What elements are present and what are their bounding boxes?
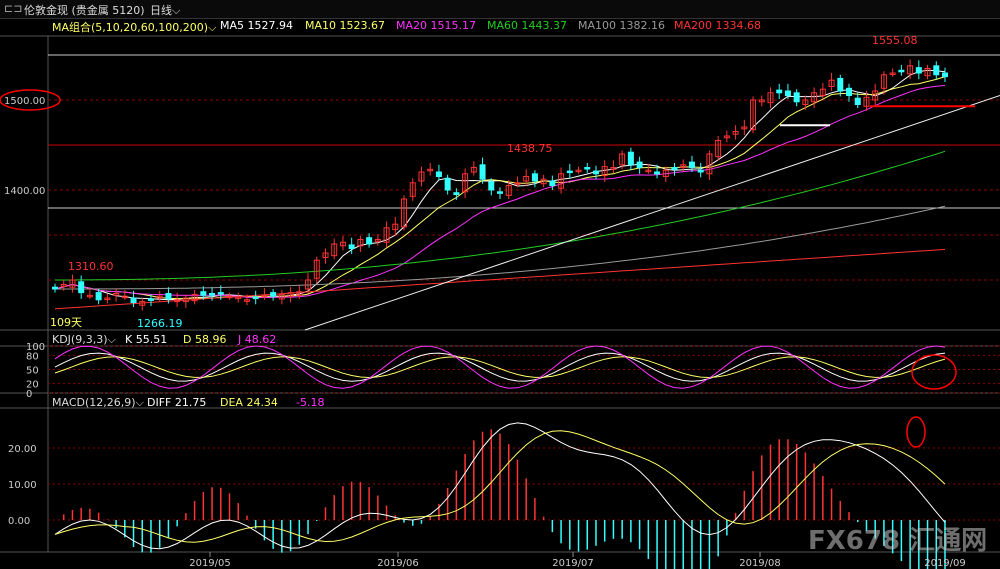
candle-body (688, 161, 695, 169)
candle-body (942, 72, 948, 78)
candle-body (366, 237, 373, 245)
candle-body (933, 65, 940, 76)
candle-body (784, 90, 791, 96)
candle-body (479, 164, 486, 180)
candle-body (130, 297, 137, 303)
kdj-tick-label: 0 (26, 389, 32, 400)
candle-body (217, 292, 224, 295)
candle-body (497, 191, 503, 194)
candle-body (165, 293, 172, 300)
candle-body (435, 171, 442, 177)
candle-body (776, 89, 783, 94)
candle-body (270, 292, 277, 297)
candle-body (531, 173, 538, 182)
watermark-logo: FX678 汇通网 (808, 526, 988, 556)
candle-body (348, 244, 355, 249)
macd-highlight-circle (906, 416, 926, 448)
candle-body (252, 296, 259, 300)
candle-body (837, 77, 844, 92)
x-axis-label: 2019/08 (739, 558, 781, 569)
candle-body (854, 97, 861, 105)
candle-body (584, 167, 591, 170)
kdj-tick-label: 80 (26, 351, 39, 362)
price-tick-label: 1400.00 (4, 186, 45, 197)
candle-body (915, 67, 922, 74)
x-axis-label: 2019/09 (924, 558, 966, 569)
candle-body (52, 286, 58, 290)
kdj-d-line (54, 356, 946, 379)
candle-body (671, 167, 678, 170)
candle-body (444, 177, 451, 191)
high-label: 1555.08 (872, 34, 918, 47)
ma100-line (55, 205, 946, 290)
candle-body (549, 180, 556, 186)
price-tick-label: 1500.00 (4, 96, 45, 107)
candle-body (697, 169, 704, 173)
early-high-label: 1310.60 (68, 260, 114, 273)
x-axis-label: 2019/06 (377, 558, 419, 569)
macd-tick-label: 10.00 (8, 480, 37, 491)
x-axis-label: 2019/07 (552, 558, 594, 569)
candle-body (592, 170, 599, 175)
candle-body (627, 151, 634, 166)
candle-body (78, 281, 85, 294)
candle-body (898, 69, 905, 73)
low-label: 1266.19 (137, 317, 183, 330)
trend-line (304, 95, 1000, 331)
candle-body (846, 87, 853, 97)
candle-body (488, 181, 495, 191)
mid-label: 1438.75 (507, 142, 553, 155)
kdj-j-line (54, 345, 946, 389)
macd-tick-label: 0.00 (8, 516, 30, 527)
candle-body (566, 170, 573, 174)
candle-body (95, 292, 102, 301)
candle-body (209, 293, 216, 296)
macd-tick-label: 20.00 (8, 444, 37, 455)
price-chart-svg[interactable]: 1500.00 1400.00 1555.08 1438.75 1310.60 1266.… (0, 0, 1000, 569)
candle-body (453, 192, 460, 195)
days-label: 109天 (50, 316, 82, 329)
candle-body (200, 291, 207, 296)
kdj-tick-label: 50 (26, 366, 39, 377)
candle-body (654, 171, 661, 175)
x-axis-label: 2019/05 (189, 558, 231, 569)
candle-body (636, 161, 643, 169)
ma60-line (55, 150, 946, 281)
candle-body (147, 298, 154, 301)
candle-body (793, 92, 800, 103)
